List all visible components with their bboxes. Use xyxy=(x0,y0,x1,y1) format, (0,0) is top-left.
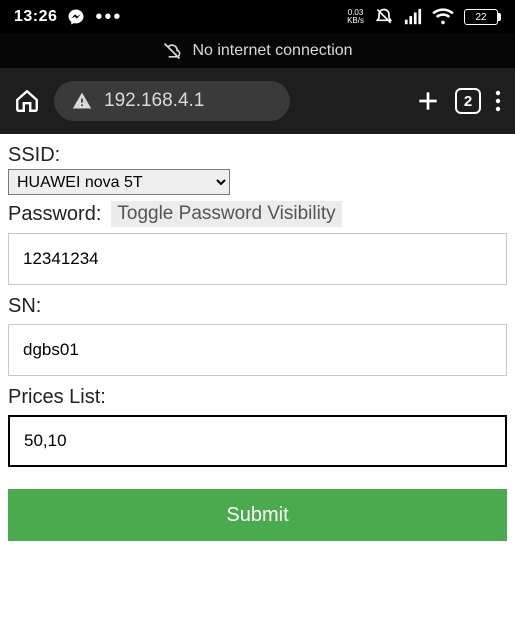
signal-icon xyxy=(404,8,422,26)
status-left: 13:26 ••• xyxy=(14,8,122,26)
data-speed-unit: KB/s xyxy=(347,17,364,25)
prices-label: Prices List: xyxy=(8,386,507,409)
tab-count-button[interactable]: 2 xyxy=(455,88,481,114)
password-label: Password: xyxy=(8,203,101,226)
messenger-icon xyxy=(67,8,85,26)
mute-icon xyxy=(374,7,394,27)
password-input[interactable] xyxy=(8,233,507,285)
address-bar[interactable]: 192.168.4.1 xyxy=(54,81,290,121)
not-secure-icon xyxy=(72,91,92,111)
home-icon[interactable] xyxy=(14,88,40,114)
status-right: 0.03 KB/s 22 xyxy=(347,7,501,27)
menu-icon[interactable] xyxy=(495,89,501,113)
sn-label: SN: xyxy=(8,295,507,318)
new-tab-icon[interactable] xyxy=(415,88,441,114)
page-content: SSID: HUAWEI nova 5T Password: Toggle Pa… xyxy=(0,134,515,541)
status-bar: 13:26 ••• 0.03 KB/s 22 xyxy=(0,0,515,34)
wifi-icon xyxy=(432,8,454,26)
data-speed: 0.03 KB/s xyxy=(347,9,364,25)
no-internet-text: No internet connection xyxy=(192,42,352,60)
ssid-select[interactable]: HUAWEI nova 5T xyxy=(8,169,230,195)
browser-toolbar: 192.168.4.1 2 xyxy=(0,68,515,134)
toggle-password-button[interactable]: Toggle Password Visibility xyxy=(111,201,341,227)
submit-button[interactable]: Submit xyxy=(8,489,507,541)
cloud-off-icon xyxy=(162,41,182,61)
ssid-label: SSID: xyxy=(8,144,507,167)
battery-indicator: 22 xyxy=(464,9,501,25)
tab-count-value: 2 xyxy=(464,93,472,110)
sn-input[interactable] xyxy=(8,324,507,376)
battery-percent: 22 xyxy=(475,12,486,23)
status-clock: 13:26 xyxy=(14,8,57,26)
prices-input[interactable] xyxy=(8,415,507,467)
url-text: 192.168.4.1 xyxy=(104,90,204,112)
no-internet-banner: No internet connection xyxy=(0,34,515,68)
